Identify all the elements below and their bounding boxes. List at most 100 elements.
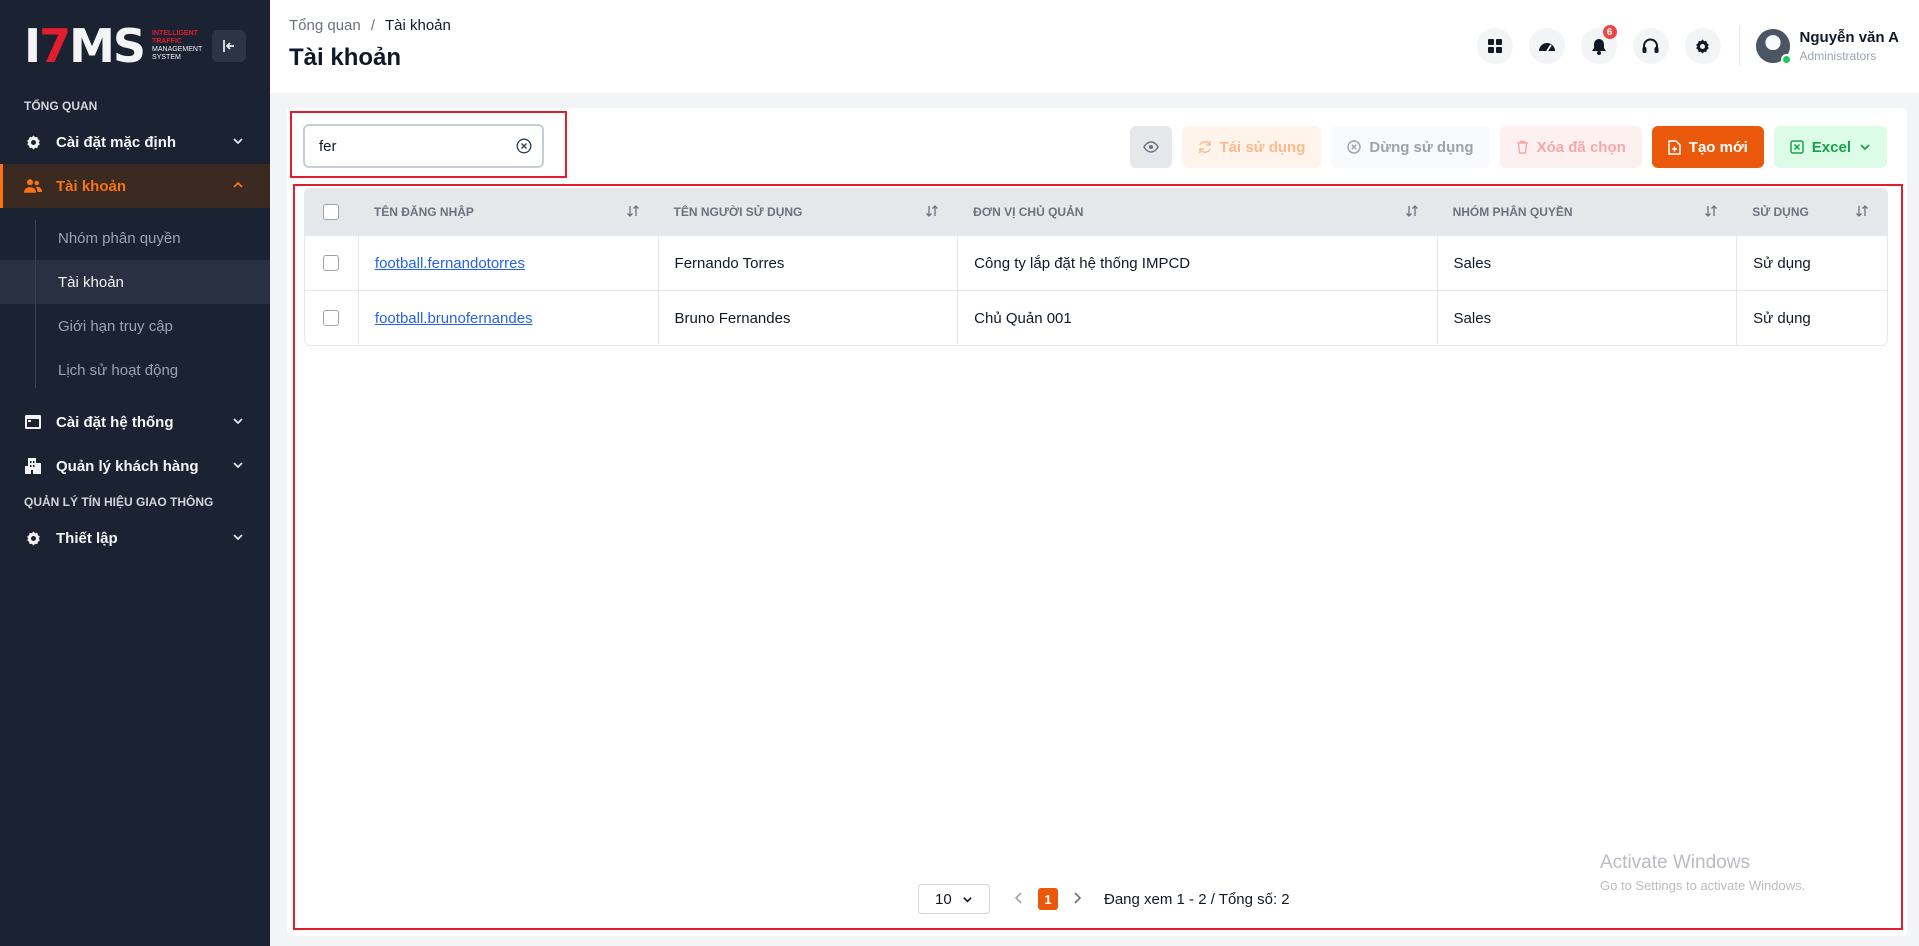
apps-button[interactable] <box>1476 28 1513 64</box>
collapse-sidebar-button[interactable] <box>212 30 246 62</box>
column-header-username[interactable]: TÊN ĐĂNG NHẬP <box>358 189 658 235</box>
sort-icon[interactable] <box>1704 204 1718 218</box>
column-header-unit[interactable]: ĐƠN VỊ CHỦ QUẢN <box>957 189 1436 235</box>
status-cell: Sử dụng <box>1736 236 1887 290</box>
file-add-icon <box>1668 139 1681 155</box>
sidebar-subitem-accounts[interactable]: Tài khoản <box>0 260 270 304</box>
reuse-label: Tái sử dụng <box>1219 138 1306 156</box>
username-link[interactable]: football.fernandotorres <box>375 255 525 272</box>
view-button[interactable] <box>1129 126 1172 168</box>
toolbar: Tái sử dụng Dừng sử dụng Xóa đã chọn Tạo… <box>1120 126 1887 168</box>
settings-button[interactable] <box>1684 28 1721 64</box>
column-header-fullname[interactable]: TÊN NGƯỜI SỬ DỤNG <box>658 189 958 235</box>
sidebar-subitem-activity-history[interactable]: Lịch sử hoạt động <box>0 348 270 392</box>
logo-mark: I7MS <box>24 19 146 73</box>
notification-badge: 6 <box>1602 25 1617 39</box>
sidebar-item-accounts[interactable]: Tài khoản <box>0 164 270 208</box>
accounts-submenu: Nhóm phân quyền Tài khoản Giới hạn truy … <box>0 208 270 400</box>
user-menu[interactable]: Nguyễn văn A Administrators <box>1755 29 1899 65</box>
username-cell: football.fernandotorres <box>357 236 658 290</box>
sidebar-item-setup[interactable]: Thiết lập <box>0 516 270 560</box>
refresh-icon <box>1198 141 1211 153</box>
chevron-down-icon <box>233 138 243 145</box>
delete-selected-label: Xóa đã chọn <box>1536 138 1626 156</box>
row-checkbox[interactable] <box>323 310 340 326</box>
clear-search-button[interactable] <box>516 138 532 159</box>
select-all-cell <box>305 189 358 235</box>
header-divider <box>1738 26 1740 66</box>
top-header: Tổng quan / Tài khoản Tài khoản 6 Nguyễn… <box>270 0 1919 93</box>
chevron-down-icon <box>233 534 243 541</box>
table-row: football.fernandotorres Fernando Torres … <box>305 235 1887 290</box>
sidebar-item-label: Quản lý khách hàng <box>56 457 199 475</box>
username-link[interactable]: football.brunofernandes <box>375 310 533 327</box>
prev-page-button[interactable] <box>1014 891 1024 908</box>
excel-label: Excel <box>1811 138 1851 156</box>
page-size-select[interactable]: 10 <box>918 884 990 914</box>
fullname-cell: Fernando Torres <box>657 236 958 290</box>
excel-export-button[interactable]: Excel <box>1773 126 1887 168</box>
grid-icon <box>1487 39 1502 53</box>
sort-icon[interactable] <box>1855 204 1869 218</box>
page-title: Tài khoản <box>289 44 402 71</box>
headset-icon <box>1642 38 1659 53</box>
stop-using-label: Dừng sử dụng <box>1369 138 1474 156</box>
search-field[interactable] <box>303 124 544 168</box>
close-circle-icon <box>1347 140 1362 154</box>
breadcrumb-root[interactable]: Tổng quan <box>289 17 361 34</box>
sort-icon[interactable] <box>925 204 939 218</box>
page-size-value: 10 <box>935 890 952 908</box>
status-cell: Sử dụng <box>1736 291 1887 345</box>
chevron-down-icon <box>963 896 972 903</box>
chevron-left-icon <box>1014 891 1022 904</box>
logo: I7MS INTELLIGENT TRAFFIC MANAGEMENT SYST… <box>24 23 208 69</box>
select-all-checkbox[interactable] <box>323 204 340 220</box>
pagination-info: Đang xem 1 - 2 / Tổng số: 2 <box>1104 890 1290 908</box>
notifications-button[interactable]: 6 <box>1580 25 1617 64</box>
bell-icon <box>1591 38 1606 55</box>
next-page-button[interactable] <box>1072 891 1082 908</box>
logo-row: I7MS INTELLIGENT TRAFFIC MANAGEMENT SYST… <box>0 0 270 92</box>
page-number-current[interactable]: 1 <box>1038 888 1058 910</box>
section-traffic-label: QUẢN LÝ TÍN HIỆU GIAO THÔNG <box>24 495 214 509</box>
sidebar-item-label: Thiết lập <box>56 529 118 547</box>
chevron-right-icon <box>1074 891 1082 904</box>
section-overview-label: TỔNG QUAN <box>24 99 98 113</box>
sidebar-item-label: Cài đặt mặc định <box>56 133 177 151</box>
column-header-permission-group[interactable]: NHÓM PHÂN QUYỀN <box>1437 189 1737 235</box>
gear-icon <box>24 133 42 151</box>
search-input[interactable] <box>319 137 499 155</box>
user-name: Nguyễn văn A <box>1799 29 1899 46</box>
eye-icon <box>1142 141 1159 153</box>
user-info: Nguyễn văn A Administrators <box>1800 29 1899 63</box>
windows-activation-watermark: Activate Windows Go to Settings to activ… <box>1600 852 1805 893</box>
create-new-button[interactable]: Tạo mới <box>1651 126 1764 168</box>
sidebar-item-customer-management[interactable]: Quản lý khách hàng <box>0 444 270 488</box>
sidebar-item-system-settings[interactable]: Cài đặt hệ thống <box>0 400 270 444</box>
create-new-label: Tạo mới <box>1688 138 1748 156</box>
user-role: Administrators <box>1799 49 1877 63</box>
sidebar-item-default-settings[interactable]: Cài đặt mặc định <box>0 120 270 164</box>
fullname-cell: Bruno Fernandes <box>657 291 958 345</box>
sort-icon[interactable] <box>1405 204 1419 218</box>
logo-subtitle: INTELLIGENT TRAFFIC MANAGEMENT SYSTEM <box>152 30 203 61</box>
unit-cell: Công ty lắp đặt hệ thống IMPCD <box>957 236 1436 290</box>
chevron-down-icon <box>233 462 243 469</box>
gear-icon <box>1696 38 1709 54</box>
sort-icon[interactable] <box>626 204 640 218</box>
dashboard-button[interactable] <box>1528 28 1565 64</box>
sidebar-subitem-permission-groups[interactable]: Nhóm phân quyền <box>0 216 270 260</box>
row-checkbox[interactable] <box>323 255 340 271</box>
delete-selected-button[interactable]: Xóa đã chọn <box>1499 126 1642 168</box>
users-icon <box>24 177 42 195</box>
avatar <box>1755 29 1792 65</box>
reuse-button[interactable]: Tái sử dụng <box>1181 126 1322 168</box>
gear-icon <box>24 529 42 547</box>
sidebar-subitem-access-limits[interactable]: Giới hạn truy cập <box>0 304 270 348</box>
column-header-status[interactable]: SỬ DỤNG <box>1736 189 1887 235</box>
sidebar-item-label: Tài khoản <box>56 177 127 195</box>
breadcrumb-separator: / <box>370 17 376 34</box>
close-circle-icon <box>516 138 532 154</box>
support-button[interactable] <box>1632 28 1669 64</box>
stop-using-button[interactable]: Dừng sử dụng <box>1331 126 1490 168</box>
